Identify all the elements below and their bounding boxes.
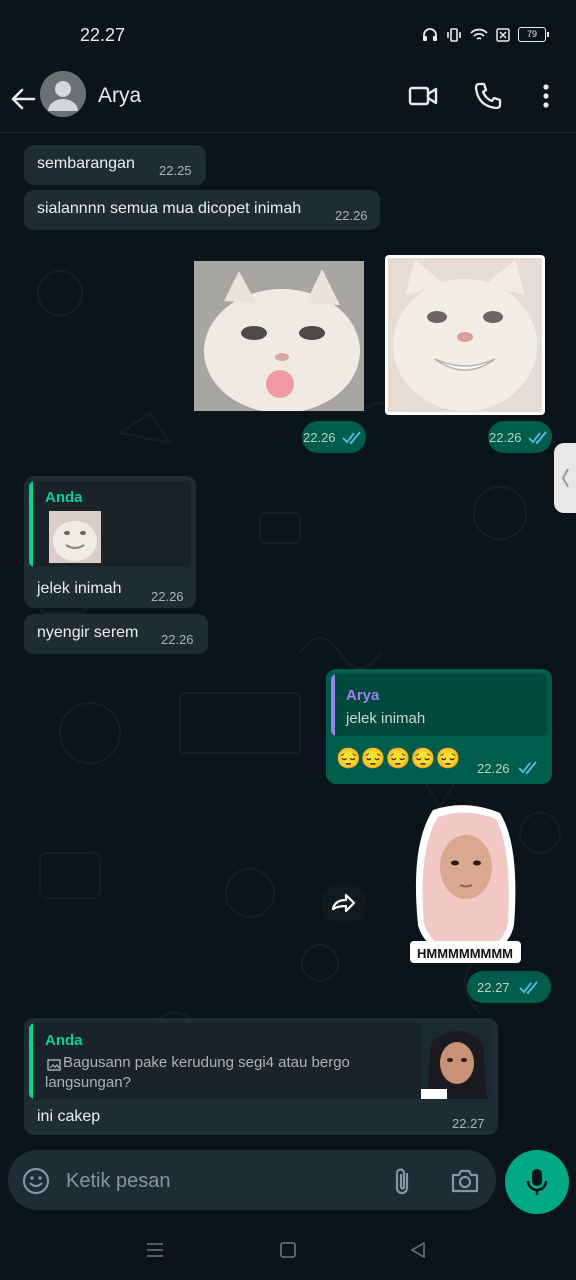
recent-apps-icon[interactable] [146, 1242, 164, 1258]
quoted-photo-thumbnail [421, 1023, 493, 1099]
incoming-message[interactable]: sialannnn semua mua dicopet inimah 22.26 [24, 190, 380, 230]
message-text: sembarangan [37, 155, 135, 172]
quoted-message[interactable]: Anda Bagusann pake kerudung segi4 atau b… [29, 1023, 493, 1099]
system-nav-bar [0, 1220, 576, 1280]
message-time-chip: 22.26 [488, 421, 552, 453]
vibrate-icon [447, 27, 461, 42]
quoted-message[interactable]: Anda [29, 481, 191, 567]
microphone-icon [526, 1169, 548, 1195]
message-time-chip: 22.27 [467, 971, 551, 1003]
more-options-icon[interactable] [530, 80, 562, 112]
video-call-icon[interactable] [407, 80, 439, 112]
quoted-sticker-thumbnail [49, 511, 101, 563]
chat-area[interactable]: sembarangan 22.25 sialannnn semua mua di… [0, 133, 576, 1150]
sim-off-icon [496, 27, 510, 42]
quote-bar [29, 1023, 33, 1099]
double-check-icon [342, 431, 361, 445]
attachment-icon[interactable] [392, 1166, 414, 1196]
avatar[interactable] [40, 71, 86, 117]
incoming-reply-message[interactable]: Anda Bagusann pake kerudung segi4 atau b… [24, 1018, 498, 1135]
home-icon[interactable] [280, 1242, 296, 1258]
status-bar: 22.27 79 [0, 0, 576, 66]
quoted-message[interactable]: Arya jelek inimah [331, 674, 547, 736]
default-avatar-icon [40, 71, 86, 117]
sticker-caption: HMMMMMMMM [417, 946, 513, 961]
message-time: 22.26 [151, 589, 184, 604]
message-text: ini cakep [37, 1108, 101, 1125]
emoji-icon[interactable] [22, 1167, 50, 1195]
message-time: 22.26 [335, 208, 368, 223]
chat-header: Arya [0, 66, 576, 133]
message-text: jelek inimah [37, 580, 122, 597]
status-icons: 79 [422, 27, 549, 42]
forward-icon [331, 893, 356, 913]
person-sticker[interactable]: HMMMMMMMM [408, 805, 523, 965]
incoming-message[interactable]: nyengir serem 22.26 [24, 614, 208, 654]
message-time: 22.26 [489, 430, 522, 445]
double-check-icon [519, 981, 538, 995]
back-nav-icon[interactable] [410, 1242, 426, 1258]
quote-sender: Anda [45, 489, 83, 506]
double-check-icon [518, 761, 537, 775]
message-time-chip: 22.26 [302, 421, 366, 453]
quote-sender: Arya [346, 687, 380, 704]
quote-text: Bagusann pake kerudung segi4 atau bergo … [45, 1054, 350, 1091]
message-text: sialannnn semua mua dicopet inimah [37, 200, 302, 217]
message-time: 22.26 [303, 430, 336, 445]
message-input[interactable]: Ketik pesan [66, 1170, 171, 1193]
message-text: nyengir serem [37, 624, 139, 641]
phone-call-icon[interactable] [472, 80, 504, 112]
battery-indicator: 79 [518, 27, 549, 42]
quote-bar [331, 674, 335, 736]
voice-message-button[interactable] [505, 1150, 569, 1214]
message-time: 22.27 [452, 1116, 485, 1131]
edge-panel-handle[interactable] [554, 443, 576, 513]
status-time: 22.27 [80, 25, 126, 45]
incoming-message[interactable]: sembarangan 22.25 [24, 145, 206, 185]
outgoing-reply-message[interactable]: Arya jelek inimah 😔😔😔😔😔 22.26 [326, 669, 552, 784]
chevron-left-icon [561, 468, 569, 488]
cat-grin-sticker[interactable] [385, 255, 545, 415]
contact-name[interactable]: Arya [98, 84, 141, 108]
message-input-bar[interactable]: Ketik pesan [8, 1150, 496, 1210]
headphones-icon [423, 27, 437, 41]
message-time: 22.25 [159, 163, 192, 178]
quote-sender: Anda [45, 1032, 83, 1049]
message-time: 22.26 [161, 632, 194, 647]
message-text: 😔😔😔😔😔 [336, 748, 461, 770]
message-time: 22.27 [477, 980, 510, 995]
camera-icon[interactable] [450, 1167, 480, 1195]
quote-bar [29, 481, 33, 567]
message-time: 22.26 [477, 761, 510, 776]
wifi-icon [470, 28, 488, 40]
forward-button[interactable] [322, 883, 366, 923]
cat-sticker[interactable] [194, 261, 364, 411]
back-arrow-icon[interactable] [8, 84, 38, 114]
quote-text: jelek inimah [346, 710, 426, 727]
incoming-reply-message[interactable]: Anda jelek inimah 22.26 [24, 476, 196, 608]
double-check-icon [528, 431, 547, 445]
